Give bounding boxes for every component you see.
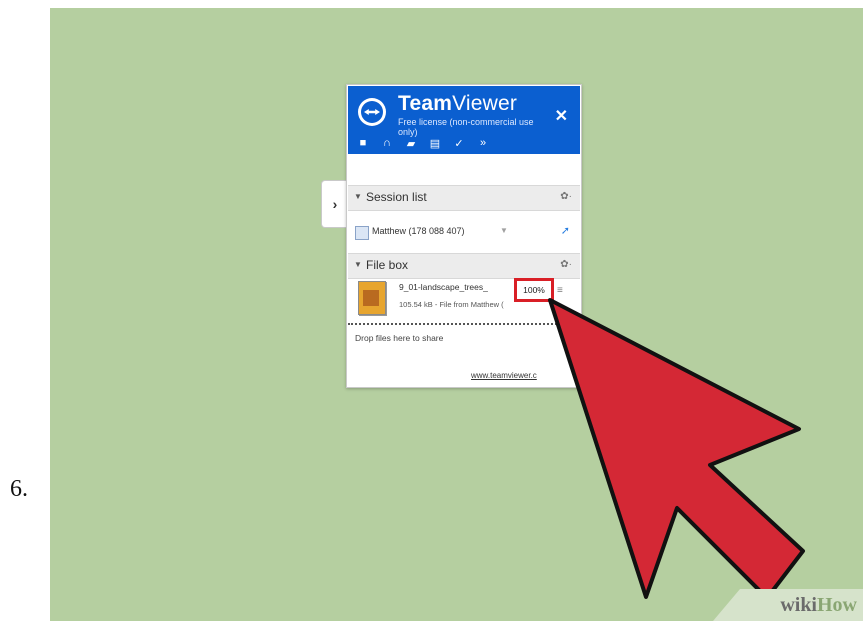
teamviewer-link[interactable]: www.teamviewer.c (471, 371, 537, 380)
file-item[interactable]: 9_01-landscape_trees_ 105.54 kB - File f… (348, 278, 580, 322)
clipboard-icon[interactable]: ▤ (428, 136, 442, 150)
gear-icon[interactable]: ✿· (560, 191, 572, 202)
close-icon[interactable]: ✕ (555, 106, 568, 126)
more-icon[interactable]: » (476, 136, 490, 150)
illustration-area: › TeamViewer Free license (non-commercia… (50, 8, 863, 621)
session-user-name[interactable]: Matthew (178 088 407) (372, 226, 465, 236)
app-title: TeamViewer (398, 92, 518, 115)
session-row[interactable]: Matthew (178 088 407) ▼ ➚ (348, 213, 580, 253)
video-icon[interactable]: ■ (356, 136, 370, 150)
image-file-icon (358, 281, 386, 315)
user-icon (355, 226, 369, 240)
gear-icon[interactable]: ✿· (560, 259, 572, 270)
chevron-right-icon: › (332, 196, 338, 212)
teamviewer-logo-icon (358, 98, 386, 126)
chevron-down-icon[interactable]: ▼ (500, 226, 508, 235)
chat-icon[interactable]: ▰ (404, 136, 418, 150)
session-list-title: Session list (366, 190, 427, 204)
pointer-icon[interactable]: ➚ (561, 224, 570, 237)
toolbar: ■ ∩ ▰ ▤ ✓ » (356, 136, 490, 150)
brush-icon[interactable]: ✓ (452, 136, 466, 150)
wikihow-watermark: wikiHow (780, 594, 857, 616)
expand-panel-tab[interactable]: › (321, 180, 348, 228)
drop-zone-hint: Drop files here to share (355, 333, 444, 343)
menu-icon[interactable]: ≡ (557, 285, 563, 296)
collapse-arrow-icon[interactable]: ▼ (354, 260, 362, 269)
step-number: 6. (10, 476, 28, 502)
teamviewer-panel: TeamViewer Free license (non-commercial … (346, 84, 582, 388)
session-list-header[interactable]: ▼ Session list ✿· (348, 185, 580, 211)
transfer-percent-highlight: 100% (514, 278, 554, 302)
teamviewer-header: TeamViewer Free license (non-commercial … (348, 86, 580, 154)
file-meta: 105.54 kB - File from Matthew ( (399, 300, 504, 309)
headset-icon[interactable]: ∩ (380, 136, 394, 150)
collapse-arrow-icon[interactable]: ▼ (354, 192, 362, 201)
file-box-header[interactable]: ▼ File box ✿· (348, 253, 580, 279)
drop-zone-divider (348, 323, 580, 325)
file-box-title: File box (366, 258, 409, 272)
file-name: 9_01-landscape_trees_ (399, 282, 488, 292)
license-text: Free license (non-commercial use only) (398, 117, 534, 137)
